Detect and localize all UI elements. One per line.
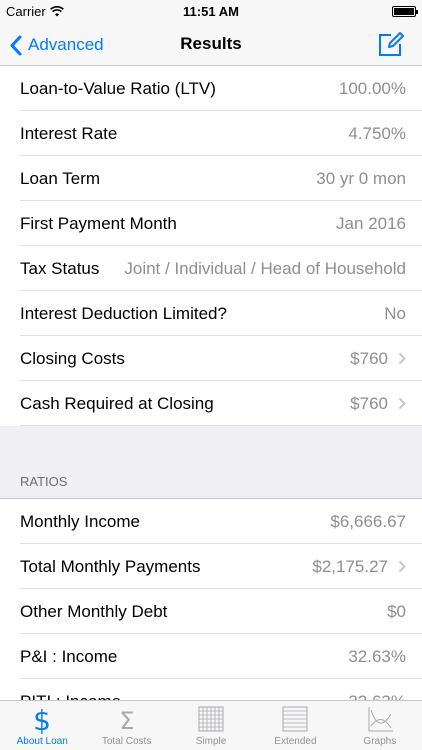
row-label: P&I : Income [20, 646, 118, 666]
table-icon [280, 704, 310, 734]
dollar-icon: $ [27, 704, 57, 734]
row-value: 30 yr 0 mon [316, 168, 406, 188]
section-spacer [0, 426, 422, 464]
row-label: Interest Rate [20, 123, 118, 143]
tab-extended[interactable]: Extended [253, 701, 337, 750]
row-value: $760 [350, 348, 388, 368]
row-label: Cash Required at Closing [20, 393, 214, 413]
tab-graphs[interactable]: Graphs [338, 701, 422, 750]
ratios-section-header: RATIOS [0, 464, 422, 499]
row-value: 100.00% [338, 78, 406, 98]
row-first-payment-month: First Payment Month Jan 2016 [0, 201, 422, 246]
tab-bar: $ About Loan Σ Total Costs Simple Extended Gra… [0, 700, 422, 750]
row-p-i-income: P&I : Income 32.63% [0, 634, 422, 679]
svg-text:Σ: Σ [119, 707, 134, 734]
app-root: Carrier 11:51 AM Advanced Results Loan-t… [0, 0, 422, 750]
row-label: Closing Costs [20, 348, 125, 368]
chevron-right-icon [398, 397, 406, 410]
results-list[interactable]: Loan-to-Value Ratio (LTV) 100.00% Interest… [0, 66, 422, 700]
row-value: 4.750% [348, 123, 406, 143]
tab-label: About Loan [16, 736, 68, 747]
row-label: Loan Term [20, 168, 101, 188]
row-value: $2,175.27 [312, 556, 388, 576]
row-value: 32.63% [348, 692, 406, 701]
row-total-monthly-payments[interactable]: Total Monthly Payments $2,175.27 [0, 544, 422, 589]
row-label: Loan-to-Value Ratio (LTV) [20, 78, 216, 98]
sigma-icon: Σ [112, 704, 142, 734]
row-value: 32.63% [348, 646, 406, 666]
tab-about-loan[interactable]: $ About Loan [0, 701, 84, 750]
row-label: Tax Status [20, 258, 100, 278]
row-interest-deduction-limited: Interest Deduction Limited? No [0, 291, 422, 336]
row-label: Other Monthly Debt [20, 601, 168, 621]
row-loan-term: Loan Term 30 yr 0 mon [0, 156, 422, 201]
compose-icon[interactable] [376, 30, 404, 58]
row-value: $0 [387, 601, 406, 621]
row-label: Interest Deduction Limited? [20, 303, 227, 323]
row-piti-income: PITI : Income 32.63% [0, 679, 422, 700]
row-value: Joint / Individual / Head of Household [124, 258, 406, 278]
chevron-right-icon [398, 560, 406, 573]
row-label: Total Monthly Payments [20, 556, 201, 576]
tab-label: Graphs [363, 736, 397, 747]
row-monthly-income: Monthly Income $6,666.67 [0, 499, 422, 544]
tab-label: Simple [195, 736, 227, 747]
page-title: Results [180, 34, 242, 53]
row-value: No [384, 303, 406, 323]
tab-total-costs[interactable]: Σ Total Costs [84, 701, 168, 750]
row-label: Monthly Income [20, 511, 140, 531]
row-tax-status: Tax Status Joint / Individual / Head of H… [0, 246, 422, 291]
tab-simple[interactable]: Simple [169, 701, 253, 750]
status-bar: Carrier 11:51 AM [0, 0, 422, 24]
row-other-monthly-debt: Other Monthly Debt $0 [0, 589, 422, 634]
loan-details-section: Loan-to-Value Ratio (LTV) 100.00% Interest… [0, 66, 422, 426]
grid-icon [196, 704, 226, 734]
svg-text:$: $ [33, 704, 51, 734]
row-cash-required-at-closing[interactable]: Cash Required at Closing $760 [0, 381, 422, 426]
chevron-right-icon [398, 352, 406, 365]
tab-label: Total Costs [101, 736, 152, 747]
tab-label: Extended [274, 736, 317, 747]
row-value: Jan 2016 [336, 213, 406, 233]
row-label: First Payment Month [20, 213, 177, 233]
status-time: 11:51 AM [183, 4, 239, 19]
row-label: PITI : Income [20, 692, 121, 701]
row-closing-costs[interactable]: Closing Costs $760 [0, 336, 422, 381]
battery-icon [392, 6, 418, 17]
row-value: $6,666.67 [330, 511, 406, 531]
graph-icon [365, 704, 395, 734]
row-loan-to-value-ratio-ltv: Loan-to-Value Ratio (LTV) 100.00% [0, 66, 422, 111]
ratios-section: Monthly Income $6,666.67 Total Monthly Pay… [0, 499, 422, 700]
navigation-bar: Advanced Results [0, 24, 422, 66]
row-value: $760 [350, 393, 388, 413]
row-interest-rate: Interest Rate 4.750% [0, 111, 422, 156]
